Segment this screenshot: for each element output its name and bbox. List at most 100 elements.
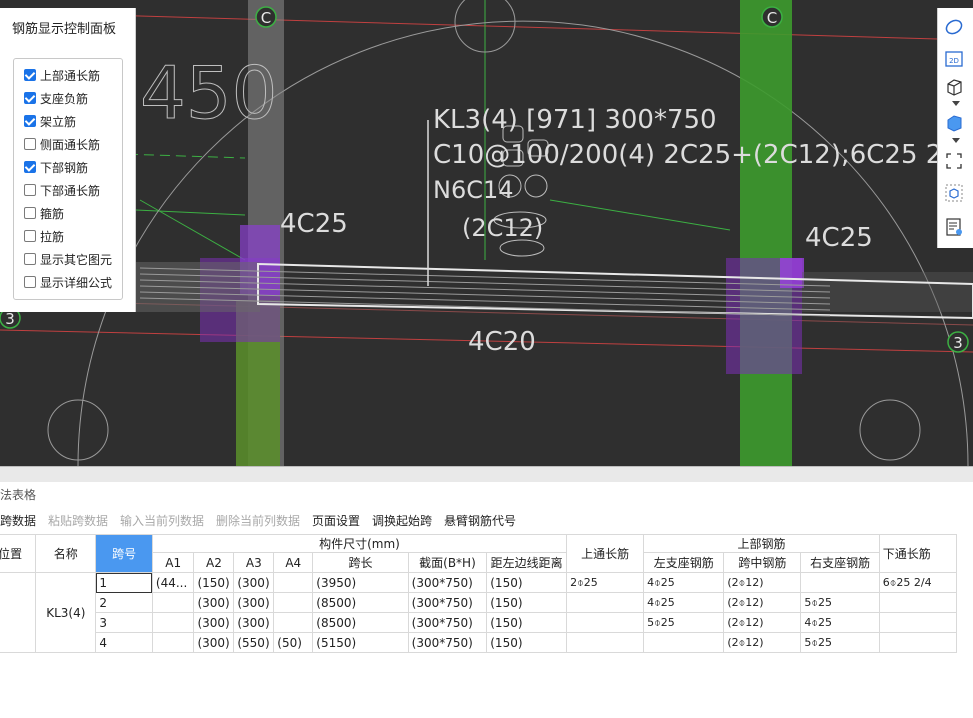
- solid-box-icon[interactable]: [943, 112, 965, 134]
- cell-right-support[interactable]: 5⌽25: [800, 592, 880, 613]
- cell-bottom-through[interactable]: [878, 592, 958, 613]
- copy-span-data-button[interactable]: 复制跨数据: [0, 512, 36, 529]
- cell-a2[interactable]: (300): [193, 612, 235, 633]
- 3d-box-icon[interactable]: [943, 76, 965, 98]
- panel-splitter[interactable]: [0, 466, 973, 482]
- cell-left-support[interactable]: 4⌽25: [643, 572, 725, 593]
- cell-mid-span[interactable]: (2⌽12): [723, 592, 802, 613]
- cell-distance[interactable]: (150): [486, 632, 568, 653]
- cell-span[interactable]: 4: [95, 632, 153, 653]
- checkbox-row-erection-bar[interactable]: 架立筋: [24, 112, 76, 130]
- col-span-no[interactable]: 跨号: [95, 534, 153, 573]
- checkbox-unchecked[interactable]: [24, 207, 36, 219]
- cell-a2[interactable]: (150): [193, 572, 235, 593]
- chevron-down-icon[interactable]: [952, 101, 960, 106]
- cell-a2[interactable]: (300): [193, 592, 235, 613]
- cell-mid-span[interactable]: (2⌽12): [723, 632, 802, 653]
- cell-right-support[interactable]: 4⌽25: [800, 612, 880, 633]
- page-setup-button[interactable]: 页面设置: [312, 512, 360, 529]
- cantilever-rebar-code-button[interactable]: 悬臂钢筋代号: [444, 512, 516, 529]
- cell-top-through[interactable]: 2⌽25: [566, 572, 645, 593]
- cad-viewport[interactable]: 450 KL3(4) [971] 300*750 C10@100/200(4) …: [0, 0, 973, 466]
- checkbox-unchecked[interactable]: [24, 138, 36, 150]
- checkbox-checked[interactable]: [24, 161, 36, 173]
- cell-name[interactable]: KL3(4): [35, 572, 97, 653]
- cell-section[interactable]: (300*750): [407, 612, 488, 633]
- checkbox-row-detail-formula[interactable]: 显示详细公式: [24, 273, 112, 291]
- cell-a3[interactable]: (300): [233, 592, 275, 613]
- input-column-data-button[interactable]: 输入当前列数据: [120, 512, 204, 529]
- checkbox-row-other-elements[interactable]: 显示其它图元: [24, 250, 112, 268]
- checkbox-row-tie-bar[interactable]: 拉筋: [24, 227, 64, 245]
- cell-bottom-through[interactable]: 6⌽25 2/4: [878, 572, 958, 593]
- cell-distance[interactable]: (150): [486, 572, 568, 593]
- cell-a4[interactable]: [273, 572, 314, 593]
- cell-a3[interactable]: (550): [233, 632, 275, 653]
- cell-span-length[interactable]: (3950): [312, 572, 409, 593]
- table-row[interactable]: C;3 KL3(4) 1 (44... (150) (300) (3950) (…: [0, 572, 958, 653]
- cell-right-support[interactable]: 5⌽25: [800, 632, 880, 653]
- cell-a4[interactable]: (50): [273, 632, 314, 653]
- cell-right-support[interactable]: [800, 572, 880, 593]
- cell-mid-span[interactable]: (2⌽12): [723, 572, 802, 593]
- delete-column-data-button[interactable]: 删除当前列数据: [216, 512, 300, 529]
- cell-top-through[interactable]: [566, 612, 645, 633]
- cell-left-support[interactable]: [643, 632, 725, 653]
- cell-a2[interactable]: (300): [193, 632, 235, 653]
- checkbox-row-stirrup[interactable]: 箍筋: [24, 204, 64, 222]
- checkbox-unchecked[interactable]: [24, 184, 36, 196]
- cell-distance[interactable]: (150): [486, 592, 568, 613]
- cell-top-through[interactable]: [566, 592, 645, 613]
- table-row[interactable]: 4 (300) (550) (50) (5150) (300*750) (150…: [0, 632, 958, 653]
- checkbox-unchecked[interactable]: [24, 276, 36, 288]
- support-right-purple-top[interactable]: [780, 258, 804, 288]
- cell-bottom-through[interactable]: [878, 612, 958, 633]
- checkbox-checked[interactable]: [24, 92, 36, 104]
- cell-section[interactable]: (300*750): [407, 572, 488, 593]
- table-row[interactable]: 2 (300) (300) (8500) (300*750) (150) 4⌽2…: [0, 592, 958, 613]
- cell-a1[interactable]: [151, 632, 195, 653]
- checkbox-unchecked[interactable]: [24, 253, 36, 265]
- checkbox-row-side-through[interactable]: 侧面通长筋: [24, 135, 100, 153]
- cell-mid-span[interactable]: (2⌽12): [723, 612, 802, 633]
- cell-span-length[interactable]: (8500): [312, 612, 409, 633]
- column-right-green[interactable]: [740, 0, 792, 466]
- cell-span-length[interactable]: (5150): [312, 632, 409, 653]
- cell-left-support[interactable]: 4⌽25: [643, 592, 725, 613]
- table-row[interactable]: 3 (300) (300) (8500) (300*750) (150) 5⌽2…: [0, 612, 958, 633]
- 2d-view-icon[interactable]: 2D: [943, 48, 965, 70]
- paste-span-data-button[interactable]: 粘贴跨数据: [48, 512, 108, 529]
- beam-drawing[interactable]: 450 KL3(4) [971] 300*750 C10@100/200(4) …: [0, 0, 973, 466]
- cell-span[interactable]: 2: [95, 592, 153, 613]
- cube-view-icon[interactable]: [943, 182, 965, 204]
- cell-position[interactable]: C;3: [0, 572, 37, 653]
- cell-a3[interactable]: (300): [233, 612, 275, 633]
- cell-a4[interactable]: [273, 592, 314, 613]
- cell-left-support[interactable]: 5⌽25: [643, 612, 725, 633]
- cell-a1[interactable]: [151, 592, 195, 613]
- cell-distance[interactable]: (150): [486, 612, 568, 633]
- checkbox-checked[interactable]: [24, 69, 36, 81]
- orbit-icon[interactable]: [943, 16, 965, 38]
- fit-view-icon[interactable]: [943, 150, 965, 172]
- cell-section[interactable]: (300*750): [407, 592, 488, 613]
- table-view-icon[interactable]: [943, 216, 965, 238]
- cell-span[interactable]: 1: [95, 572, 153, 593]
- chevron-down-icon[interactable]: [952, 138, 960, 143]
- cell-a1[interactable]: (44...: [151, 572, 195, 593]
- checkbox-row-bottom-through[interactable]: 下部通长筋: [24, 181, 100, 199]
- cell-top-through[interactable]: [566, 632, 645, 653]
- cell-a4[interactable]: [273, 612, 314, 633]
- checkbox-row-top-through[interactable]: 上部通长筋: [24, 66, 100, 84]
- checkbox-unchecked[interactable]: [24, 230, 36, 242]
- cell-a3[interactable]: (300): [233, 572, 275, 593]
- checkbox-row-support-neg[interactable]: 支座负筋: [24, 89, 88, 107]
- cell-section[interactable]: (300*750): [407, 632, 488, 653]
- swap-start-span-button[interactable]: 调换起始跨: [372, 512, 432, 529]
- checkbox-row-bottom-bar[interactable]: 下部钢筋: [24, 158, 88, 176]
- checkbox-checked[interactable]: [24, 115, 36, 127]
- cell-span-length[interactable]: (8500): [312, 592, 409, 613]
- cell-span[interactable]: 3: [95, 612, 153, 633]
- cell-a1[interactable]: [151, 612, 195, 633]
- cell-bottom-through[interactable]: [878, 632, 958, 653]
